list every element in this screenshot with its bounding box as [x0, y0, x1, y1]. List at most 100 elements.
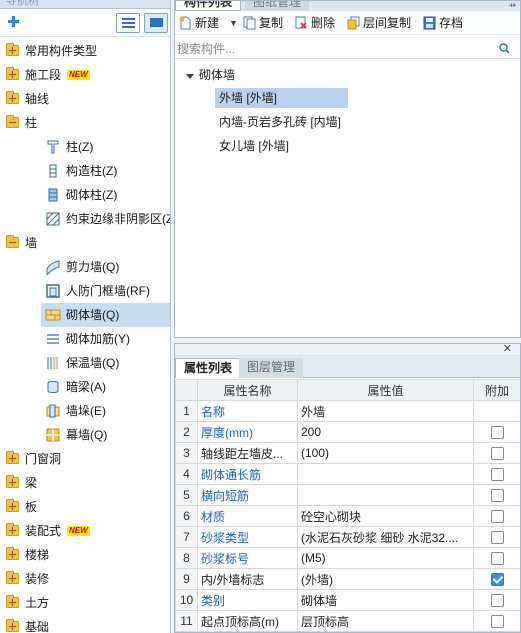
- nav-child-label: 砌体墙(Q): [66, 308, 120, 322]
- property-row[interactable]: 6 材质 砼空心砌块: [175, 505, 520, 527]
- component-type-icon: [46, 260, 60, 275]
- row-index: 7: [175, 526, 198, 548]
- nav-item-4-7[interactable]: 幕墙(Q): [0, 423, 170, 447]
- folder-icon[interactable]: [6, 475, 19, 488]
- component-group-label[interactable]: 砌体墙: [199, 65, 235, 85]
- list-view-button[interactable]: [116, 13, 140, 33]
- extra-checkbox[interactable]: [490, 510, 504, 524]
- folder-icon[interactable]: [6, 451, 19, 464]
- nav-item-4-5[interactable]: 暗梁(A): [0, 375, 170, 399]
- folder-icon[interactable]: [6, 43, 19, 56]
- component-search-input[interactable]: [177, 41, 495, 57]
- property-row[interactable]: 1 名称 外墙: [175, 400, 520, 422]
- folder-icon[interactable]: [6, 523, 19, 536]
- nav-child-label: 柱(Z): [66, 140, 94, 154]
- tab-layer-management[interactable]: 图层管理: [239, 358, 304, 378]
- tab-drawing-management[interactable]: 图纸管理: [245, 1, 310, 11]
- property-row[interactable]: 9 内/外墙标志 (外墙): [175, 568, 520, 590]
- property-value[interactable]: (水泥石灰砂浆 细砂 水泥32....: [297, 526, 474, 548]
- extra-checkbox[interactable]: [490, 615, 504, 629]
- property-value[interactable]: 200: [297, 421, 474, 443]
- pin-icon[interactable]: ⇸: [508, 1, 516, 11]
- extra-checkbox[interactable]: [490, 468, 504, 482]
- close-icon[interactable]: ✕: [503, 344, 512, 355]
- nav-group-8[interactable]: 装配式 NEW: [0, 519, 170, 543]
- nav-item-4-4[interactable]: 保温墙(Q): [0, 351, 170, 375]
- component-type-icon: [46, 404, 60, 418]
- nav-group-3[interactable]: 柱: [0, 111, 170, 135]
- extra-checkbox[interactable]: [490, 531, 504, 545]
- component-type-icon: [49, 164, 57, 178]
- nav-group-2[interactable]: 轴线: [0, 87, 170, 111]
- nav-item-4-3[interactable]: 砌体加筋(Y): [0, 327, 170, 351]
- folder-icon[interactable]: [6, 571, 19, 584]
- nav-group-10[interactable]: 装修: [0, 567, 170, 591]
- component-item-interior-wall[interactable]: 内墙-页岩多孔砖 [内墙]: [219, 112, 341, 132]
- nav-item-3-1[interactable]: 构造柱(Z): [0, 159, 170, 183]
- collapse-arrow-icon[interactable]: [186, 74, 194, 79]
- nav-group-label: 柱: [25, 116, 38, 130]
- property-row[interactable]: 2 厚度(mm) 200: [175, 421, 520, 443]
- folder-icon[interactable]: [6, 115, 19, 128]
- nav-item-4-6[interactable]: 墙垛(E): [0, 399, 170, 423]
- nav-group-0[interactable]: 常用构件类型: [0, 39, 170, 63]
- extra-cell: [473, 505, 520, 527]
- search-icon[interactable]: [499, 43, 510, 54]
- nav-item-3-2[interactable]: 砌体柱(Z): [0, 183, 170, 207]
- folder-icon[interactable]: [6, 91, 19, 104]
- nav-group-label: 板: [25, 500, 38, 514]
- folder-icon[interactable]: [6, 499, 19, 512]
- property-value[interactable]: 砼空心砌块: [297, 505, 474, 527]
- nav-group-9[interactable]: 楼梯: [0, 543, 170, 567]
- property-row[interactable]: 8 砂浆标号 (M5): [175, 547, 520, 569]
- card-view-button[interactable]: [144, 13, 168, 33]
- folder-icon[interactable]: [6, 547, 19, 560]
- nav-item-3-3[interactable]: 约束边缘非阴影区(Z): [0, 207, 170, 231]
- nav-group-1[interactable]: 施工段 NEW: [0, 63, 170, 87]
- dropdown-arrow-icon[interactable]: ▼: [229, 15, 238, 32]
- add-icon[interactable]: [8, 15, 22, 29]
- property-value[interactable]: (外墙): [297, 568, 474, 590]
- nav-item-4-0[interactable]: 剪力墙(Q): [0, 255, 170, 279]
- component-item-parapet-wall[interactable]: 女儿墙 [外墙]: [219, 136, 289, 156]
- component-item-exterior-wall[interactable]: 外墙 [外墙]: [215, 88, 348, 108]
- nav-group-11[interactable]: 土方: [0, 591, 170, 615]
- nav-item-4-2[interactable]: 砌体墙(Q): [0, 303, 170, 327]
- property-table: 属性名称 属性值 附加 1 名称 外墙 2 厚度(mm) 200 3 轴线距左墙皮... (10…: [175, 379, 520, 632]
- extra-checkbox[interactable]: [490, 594, 504, 608]
- property-row[interactable]: 11 起点顶标高(m) 层顶标高: [175, 610, 520, 632]
- property-value[interactable]: (100): [297, 442, 474, 464]
- property-row[interactable]: 3 轴线距左墙皮... (100): [175, 442, 520, 464]
- folder-icon[interactable]: [6, 235, 19, 248]
- property-value[interactable]: 层顶标高: [297, 610, 474, 632]
- nav-group-12[interactable]: 基础: [0, 615, 170, 633]
- property-value[interactable]: 外墙: [297, 400, 474, 422]
- nav-group-7[interactable]: 板: [0, 495, 170, 519]
- delete-icon: [295, 16, 307, 29]
- property-row[interactable]: 5 横向短筋: [175, 484, 520, 506]
- extra-checkbox[interactable]: [490, 447, 504, 461]
- property-value[interactable]: 砌体墙: [297, 589, 474, 611]
- tab-property-list[interactable]: 属性列表: [175, 358, 242, 378]
- folder-icon[interactable]: [6, 619, 19, 632]
- nav-group-5[interactable]: 门窗洞: [0, 447, 170, 471]
- property-row[interactable]: 7 砂浆类型 (水泥石灰砂浆 细砂 水泥32....: [175, 526, 520, 548]
- property-value[interactable]: [297, 484, 474, 506]
- property-value[interactable]: (M5): [297, 547, 474, 569]
- extra-checkbox[interactable]: [490, 573, 504, 587]
- property-name: 起点顶标高(m): [197, 610, 298, 632]
- nav-group-6[interactable]: 梁: [0, 471, 170, 495]
- folder-icon[interactable]: [6, 595, 19, 608]
- extra-checkbox[interactable]: [490, 552, 504, 566]
- nav-item-3-0[interactable]: 柱(Z): [0, 135, 170, 159]
- property-row[interactable]: 4 砌体通长筋: [175, 463, 520, 485]
- row-index: 5: [175, 484, 198, 506]
- tab-component-list[interactable]: 构件列表: [175, 1, 242, 11]
- nav-item-4-1[interactable]: 人防门框墙(RF): [0, 279, 170, 303]
- folder-icon[interactable]: [6, 67, 19, 80]
- property-value[interactable]: [297, 463, 474, 485]
- property-row[interactable]: 10 类别 砌体墙: [175, 589, 520, 611]
- nav-group-4[interactable]: 墙: [0, 231, 170, 255]
- extra-checkbox[interactable]: [490, 489, 504, 503]
- extra-checkbox[interactable]: [490, 426, 504, 440]
